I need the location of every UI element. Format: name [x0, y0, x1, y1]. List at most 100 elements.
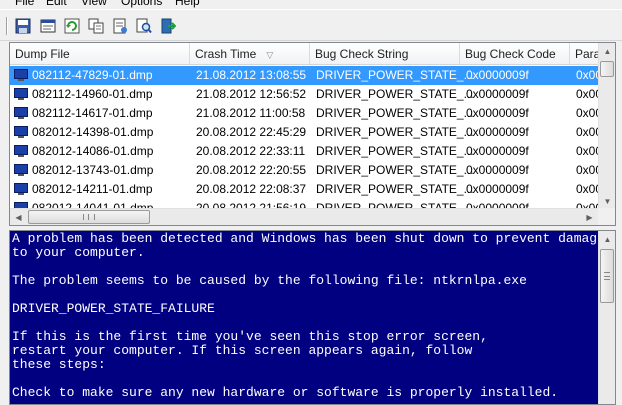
dump-list[interactable]: Dump File Crash Time ▽ Bug Check String B…: [9, 42, 616, 226]
cell-param: 0x00: [576, 182, 598, 196]
dump-file-icon: [14, 126, 28, 138]
dump-file-icon: [14, 107, 28, 119]
cell-file: 082012-14086-01.dmp: [32, 144, 154, 158]
cell-bug: DRIVER_POWER_STATE_...: [316, 87, 474, 101]
cell-bug: DRIVER_POWER_STATE_...: [316, 182, 474, 196]
menu-edit[interactable]: Edit: [46, 0, 67, 8]
bsod-line: restart your computer. If this screen ap…: [12, 343, 473, 358]
copy-button[interactable]: [86, 16, 106, 36]
cell-bug: DRIVER_POWER_STATE_...: [316, 201, 474, 208]
table-row[interactable]: 082112-47829-01.dmp 21.08.2012 13:08:55 DR…: [10, 66, 598, 85]
bsod-line: [12, 372, 597, 386]
table-row[interactable]: 082012-13743-01.dmp 20.08.2012 22:20:55 DR…: [10, 161, 598, 180]
cell-code: 0x0000009f: [466, 125, 529, 139]
report-button[interactable]: [110, 16, 130, 36]
cell-file: 082112-14960-01.dmp: [32, 87, 153, 101]
column-crash-time[interactable]: Crash Time ▽: [190, 43, 310, 64]
cell-bug: DRIVER_POWER_STATE_...: [316, 144, 474, 158]
scroll-right-icon[interactable]: ▶: [581, 209, 598, 225]
list-horizontal-scrollbar[interactable]: ◀ ▶: [10, 208, 598, 225]
cell-time: 21.08.2012 12:56:52: [196, 87, 307, 101]
bsod-line: Check to make sure any new hardware or s…: [12, 385, 559, 400]
scroll-thumb[interactable]: [600, 61, 614, 77]
scroll-thumb[interactable]: [28, 210, 150, 224]
cell-code: 0x0000009f: [466, 201, 529, 208]
cell-code: 0x0000009f: [466, 144, 529, 158]
properties-button[interactable]: [38, 16, 58, 36]
bsod-scrollbar[interactable]: ▲: [598, 231, 615, 404]
menu-help[interactable]: Help: [175, 0, 200, 8]
table-row[interactable]: 082112-14960-01.dmp 21.08.2012 12:56:52 DR…: [10, 85, 598, 104]
list-rows: 082112-47829-01.dmp 21.08.2012 13:08:55 DR…: [10, 66, 598, 208]
toolbar: [0, 9, 622, 41]
cell-file: 082012-14211-01.dmp: [32, 182, 153, 196]
menu-bar: File Edit View Options Help: [0, 0, 622, 9]
exit-icon: [161, 18, 176, 34]
cell-bug: DRIVER_POWER_STATE_...: [316, 106, 474, 120]
bsod-line: The problem seems to be caused by the fo…: [12, 273, 527, 288]
cell-code: 0x0000009f: [466, 182, 529, 196]
save-button[interactable]: [13, 16, 33, 36]
cell-param: 0x00: [576, 201, 598, 208]
report-icon: [113, 18, 127, 34]
column-dump-file[interactable]: Dump File: [10, 43, 190, 64]
dump-file-icon: [14, 88, 28, 100]
cell-code: 0x0000009f: [466, 87, 529, 101]
cell-bug: DRIVER_POWER_STATE_...: [316, 68, 474, 82]
scrollbar-corner: [598, 208, 615, 225]
table-row[interactable]: 082112-14617-01.dmp 21.08.2012 11:00:58 DR…: [10, 104, 598, 123]
list-vertical-scrollbar[interactable]: ▲ ▼: [598, 43, 615, 210]
column-parameter[interactable]: Para: [570, 43, 598, 64]
copy-icon: [88, 18, 104, 34]
refresh-icon: [64, 18, 80, 34]
bsod-line: A problem has been detected and Windows …: [12, 232, 597, 246]
grip-icon: [604, 272, 610, 280]
cell-time: 20.08.2012 21:56:19: [196, 201, 307, 208]
column-label: Bug Check String: [315, 47, 409, 61]
cell-param: 0x00: [576, 144, 598, 158]
cell-code: 0x0000009f: [466, 106, 529, 120]
cell-file: 082012-14041-01.dmp: [32, 201, 154, 208]
cell-param: 0x00: [576, 87, 598, 101]
table-row[interactable]: 082012-14211-01.dmp 20.08.2012 22:08:37 DR…: [10, 180, 598, 199]
scroll-thumb[interactable]: [600, 249, 614, 303]
refresh-button[interactable]: [62, 16, 82, 36]
bsod-line: DRIVER_POWER_STATE_FAILURE: [12, 301, 215, 316]
cell-file: 082012-13743-01.dmp: [32, 163, 154, 177]
dump-file-icon: [14, 164, 28, 176]
cell-file: 082112-47829-01.dmp: [32, 68, 153, 82]
cell-time: 21.08.2012 11:00:58: [196, 106, 306, 120]
table-row[interactable]: 082012-14086-01.dmp 20.08.2012 22:33:11 DR…: [10, 142, 598, 161]
table-row[interactable]: 082012-14041-01.dmp 20.08.2012 21:56:19 DR…: [10, 199, 598, 208]
scroll-up-icon[interactable]: ▲: [599, 43, 615, 60]
exit-button[interactable]: [158, 16, 178, 36]
cell-time: 20.08.2012 22:45:29: [196, 125, 307, 139]
column-bug-check-string[interactable]: Bug Check String: [310, 43, 460, 64]
find-icon: [136, 18, 152, 34]
column-label: Bug Check Code: [465, 47, 556, 61]
find-button[interactable]: [134, 16, 154, 36]
bsod-line: these steps:: [12, 357, 106, 372]
dump-file-icon: [14, 183, 28, 195]
list-header: Dump File Crash Time ▽ Bug Check String B…: [10, 43, 598, 65]
column-bug-check-code[interactable]: Bug Check Code: [460, 43, 570, 64]
dump-file-icon: [14, 69, 28, 81]
column-label: Para: [575, 47, 598, 61]
save-icon: [15, 18, 31, 34]
cell-bug: DRIVER_POWER_STATE_...: [316, 163, 474, 177]
menu-options[interactable]: Options: [121, 0, 162, 8]
menu-view[interactable]: View: [81, 0, 107, 8]
column-label: Crash Time: [195, 47, 257, 61]
cell-file: 082112-14617-01.dmp: [32, 106, 153, 120]
menu-file[interactable]: File: [15, 0, 34, 8]
scroll-left-icon[interactable]: ◀: [10, 209, 27, 225]
cell-param: 0x00: [576, 68, 598, 82]
cell-param: 0x00: [576, 106, 598, 120]
bsod-line: to your computer.: [12, 245, 145, 260]
column-label: Dump File: [15, 47, 70, 61]
cell-time: 21.08.2012 13:08:55: [196, 68, 307, 82]
cell-code: 0x0000009f: [466, 163, 529, 177]
bsod-text: A problem has been detected and Windows …: [12, 232, 597, 400]
scroll-up-icon[interactable]: ▲: [599, 231, 615, 248]
table-row[interactable]: 082012-14398-01.dmp 20.08.2012 22:45:29 DR…: [10, 123, 598, 142]
